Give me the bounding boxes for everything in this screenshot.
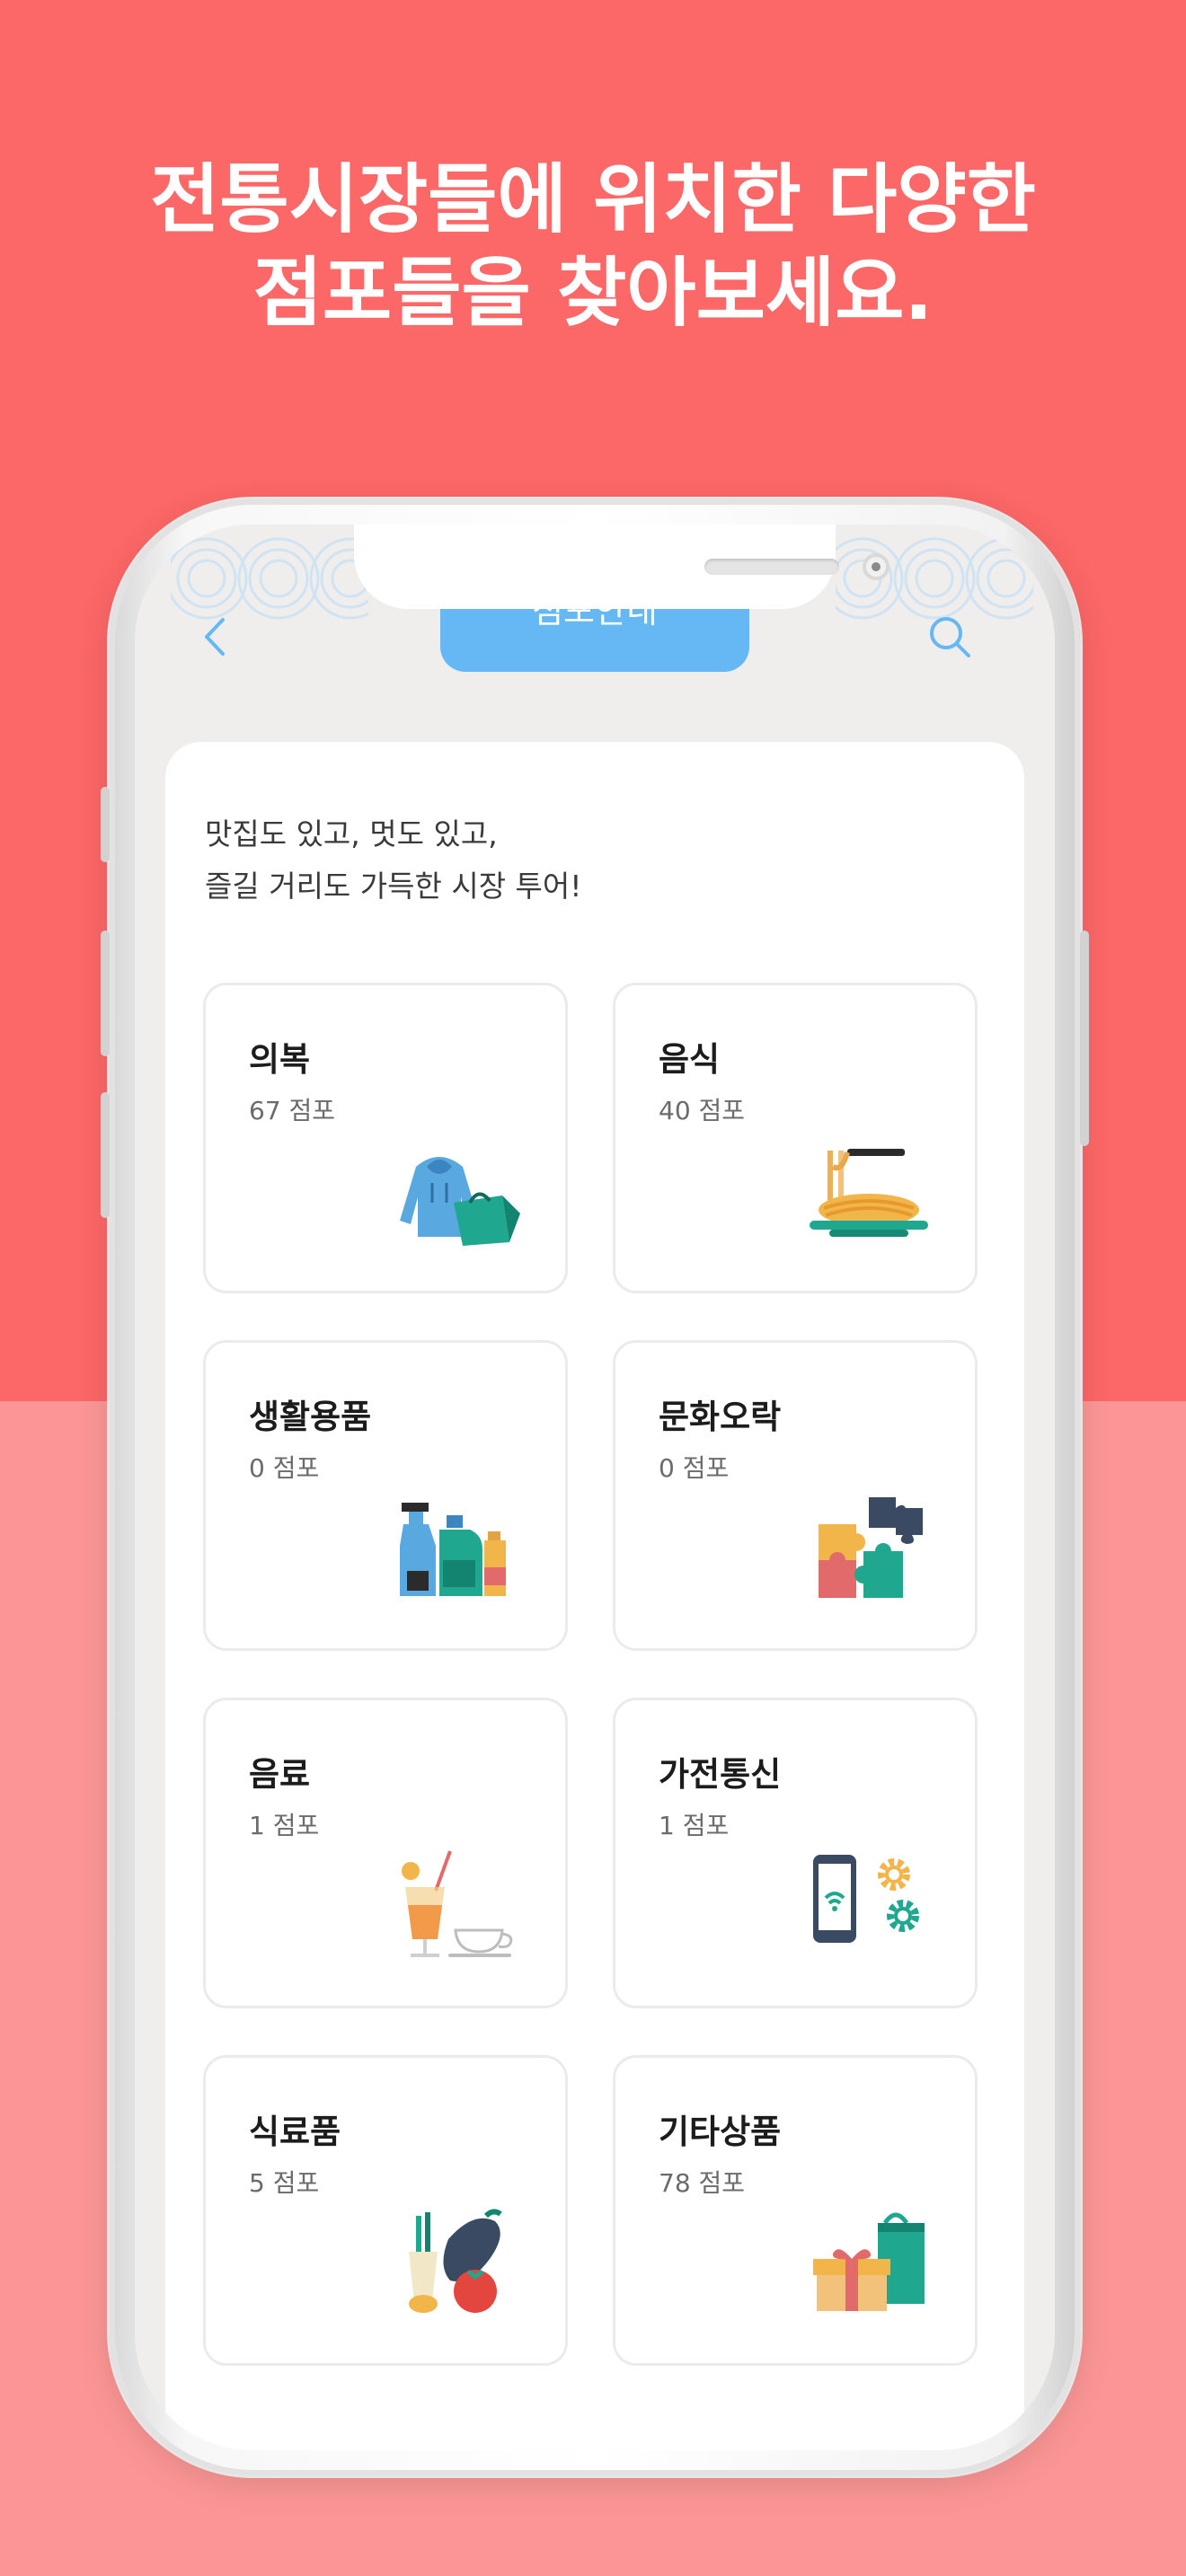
category-name: 문화오락 — [659, 1398, 782, 1436]
phone-side-button — [101, 787, 110, 862]
content-panel: 맛집도 있고, 멋도 있고, 즐길 거리도 가득한 시장 투어! 의복 67 점… — [165, 742, 1024, 2450]
category-count: 0 점포 — [249, 1453, 320, 1483]
category-card-beverage[interactable]: 음료 1 점포 — [203, 1698, 568, 2008]
phone-volume-down — [101, 1092, 110, 1218]
phone-speaker — [704, 559, 839, 575]
promo-headline: 전통시장들에 위치한 다양한 점포들을 찾아보세요. — [0, 153, 1186, 340]
category-count: 78 점포 — [659, 2168, 746, 2198]
category-card-groceries[interactable]: 식료품 5 점포 — [203, 2055, 568, 2366]
category-name: 가전통신 — [659, 1755, 782, 1794]
juice-and-cup-icon — [402, 1850, 513, 1957]
headline-line-1: 전통시장들에 위치한 다양한 — [150, 155, 1036, 243]
phone-camera — [863, 553, 890, 580]
category-count: 5 점포 — [249, 2168, 320, 2198]
category-card-household[interactable]: 생활용품 0 점포 — [203, 1340, 568, 1651]
hoodie-shopping-bag-icon — [400, 1157, 520, 1246]
category-name: 기타상품 — [659, 2113, 782, 2151]
category-card-electronics[interactable]: 가전통신 1 점포 — [613, 1698, 978, 2008]
intro-text: 맛집도 있고, 멋도 있고, 즐길 거리도 가득한 시장 투어! — [205, 808, 978, 913]
phone-volume-up — [101, 931, 110, 1056]
search-icon — [930, 617, 970, 657]
category-name: 음식 — [659, 1040, 721, 1079]
cleaning-supplies-icon — [400, 1503, 506, 1596]
category-card-other[interactable]: 기타상품 78 점포 — [613, 2055, 978, 2366]
category-count: 40 점포 — [659, 1096, 746, 1125]
category-count: 0 점포 — [659, 1453, 730, 1483]
category-count: 1 점포 — [249, 1811, 320, 1840]
category-name: 식료품 — [249, 2113, 341, 2151]
gift-box-icon — [813, 2212, 925, 2311]
phone-mockup: 점포안내 맛집도 있고, 멋도 있고, 즐길 거리도 가득한 시장 투어! 의복… — [101, 499, 1089, 2475]
puzzle-pieces-icon — [819, 1497, 923, 1598]
phone-notch — [354, 525, 890, 609]
intro-line-2: 즐길 거리도 가득한 시장 투어! — [205, 869, 582, 904]
category-card-food[interactable]: 음식 40 점포 — [613, 983, 978, 1293]
category-card-culture[interactable]: 문화오락 0 점포 — [613, 1340, 978, 1651]
phone-gears-icon — [813, 1855, 919, 1943]
category-card-clothing[interactable]: 의복 67 점포 — [203, 983, 568, 1293]
category-count: 67 점포 — [249, 1096, 336, 1125]
search-button[interactable] — [925, 613, 974, 661]
category-name: 음료 — [249, 1755, 311, 1794]
phone-power-button — [1080, 931, 1089, 1146]
category-name: 생활용품 — [249, 1398, 372, 1436]
headline-line-2: 점포들을 찾아보세요. — [252, 249, 934, 337]
intro-line-1: 맛집도 있고, 멋도 있고, — [205, 816, 498, 851]
chevron-left-icon — [205, 618, 225, 656]
app-screen: 점포안내 맛집도 있고, 멋도 있고, 즐길 거리도 가득한 시장 투어! 의복… — [135, 525, 1055, 2450]
vegetables-icon — [409, 2209, 502, 2313]
category-name: 의복 — [249, 1040, 311, 1079]
noodle-dish-icon — [810, 1149, 928, 1237]
back-button[interactable] — [198, 614, 234, 659]
category-count: 1 점포 — [659, 1811, 730, 1840]
